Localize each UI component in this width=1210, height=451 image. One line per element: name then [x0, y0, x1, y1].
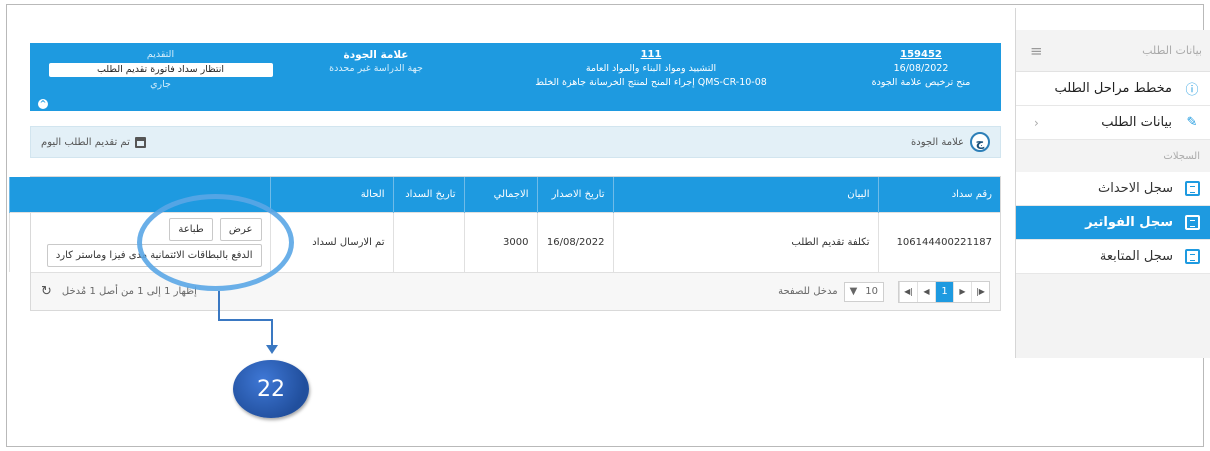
cell-issue-date: 16/08/2022 — [536, 211, 613, 272]
callout-arrowhead — [266, 345, 278, 354]
callout-line — [218, 319, 273, 321]
product-code-link[interactable]: 111 — [641, 48, 662, 62]
pagination-controls: ▶| ▶ 1 ◀ |◀ — [898, 280, 990, 303]
column-header[interactable]: تاريخ الاصدار — [536, 177, 613, 212]
column-header[interactable]: رقم سداد — [877, 177, 1000, 212]
mark-title: علامة الجودة — [343, 49, 409, 61]
sidebar-section-label: السجلات — [1016, 140, 1210, 172]
edit-icon: ✎ — [1186, 115, 1198, 130]
study-body: جهة الدراسة غير محددة — [329, 63, 423, 74]
dropdown-arrow-icon: ▼ — [849, 286, 858, 297]
log-icon — [1185, 181, 1200, 196]
callout-line — [271, 319, 273, 348]
page-size-select[interactable]: 10 ▼ — [843, 281, 884, 302]
progress-status: جاري — [150, 79, 171, 90]
submission-info: التقديم انتظار سداد فاتورة تقديم الطلب ج… — [30, 43, 291, 111]
sidebar-item-label: مخطط مراحل الطلب — [1054, 81, 1172, 96]
submission-title: التقديم — [146, 49, 175, 60]
product-info: 111 التشييد ومواد البناء والمواد العامة … — [461, 43, 841, 111]
request-summary-banner: 159452 16/08/2022 منح ترخيص علامة الجودة… — [30, 43, 1001, 111]
sidebar-item-events-log[interactable]: سجل الاحداث — [1016, 172, 1210, 206]
submitted-note: تم تقديم الطلب اليوم — [41, 136, 130, 148]
page-size-label: مدخل للصفحة — [778, 286, 838, 297]
sidebar-item-stages[interactable]: ⓘ مخطط مراحل الطلب — [1016, 72, 1210, 106]
quality-mark-icon: ج — [970, 132, 990, 152]
chevron-left-icon: ‹ — [1034, 115, 1039, 130]
submission-status: انتظار سداد فاتورة تقديم الطلب — [48, 63, 273, 77]
refresh-icon[interactable]: ↻ — [41, 284, 52, 299]
column-header[interactable]: الحالة — [269, 177, 393, 212]
table-header-row: رقم سداد البيان تاريخ الاصدار الاجمالي ت… — [8, 177, 1000, 212]
column-header[interactable]: الاجمالي — [463, 177, 537, 212]
sector: التشييد ومواد البناء والمواد العامة — [585, 63, 717, 74]
request-number-link[interactable]: 159452 — [900, 48, 942, 62]
log-icon — [1185, 249, 1200, 264]
prev-page-icon[interactable]: ◀ — [917, 281, 935, 302]
last-page-icon[interactable]: ▶| — [971, 281, 989, 302]
sidebar-item-invoices-log[interactable]: سجل الفواتير — [1016, 206, 1210, 240]
cell-payment-number: 106144400221187 — [877, 211, 1000, 272]
sidebar-item-request-data[interactable]: ✎ بيانات الطلب ‹ — [1016, 106, 1210, 140]
highlight-ellipse — [137, 194, 294, 291]
current-page[interactable]: 1 — [935, 281, 953, 302]
sidebar-item-label: سجل الفواتير — [1085, 215, 1173, 230]
pagination-info: إظهار 1 إلى 1 من أصل 1 مُدخل — [61, 286, 197, 297]
request-type: منح ترخيص علامة الجودة — [871, 77, 971, 88]
mark-info: علامة الجودة جهة الدراسة غير محددة — [291, 43, 461, 111]
cell-payment-date — [392, 211, 464, 272]
sidebar-item-followup-log[interactable]: سجل المتابعة — [1016, 240, 1210, 274]
info-icon: ⓘ — [1185, 83, 1199, 98]
sidebar-item-label: سجل الاحداث — [1098, 181, 1173, 196]
calendar-icon — [134, 136, 146, 148]
request-date: 16/08/2022 — [893, 63, 949, 74]
procedure: QMS-CR-10-08 إجراء المنح لمنتج الخرسانة … — [535, 77, 767, 88]
cell-total: 3000 — [463, 211, 537, 272]
request-info: 159452 16/08/2022 منح ترخيص علامة الجودة — [841, 43, 1001, 111]
column-header[interactable]: البيان — [612, 177, 878, 212]
mark-label: علامة الجودة — [911, 136, 964, 148]
mark-strip: ج علامة الجودة تم تقديم الطلب اليوم — [30, 126, 1001, 158]
chevron-up-icon[interactable]: ^ — [36, 97, 50, 111]
sidebar: بيانات الطلب ≡ ⓘ مخطط مراحل الطلب ✎ بيان… — [1016, 30, 1210, 358]
sidebar-header: بيانات الطلب ≡ — [1016, 30, 1210, 72]
log-icon — [1185, 215, 1200, 230]
sidebar-item-label: سجل المتابعة — [1099, 249, 1173, 264]
first-page-icon[interactable]: |◀ — [899, 281, 917, 302]
next-page-icon[interactable]: ▶ — [953, 281, 971, 302]
page-size-value: 10 — [865, 286, 878, 297]
callout-line — [218, 291, 220, 320]
step-number-badge: 22 — [233, 360, 309, 418]
cell-description: تكلفة تقديم الطلب — [612, 211, 878, 272]
sidebar-item-label: بيانات الطلب — [1101, 115, 1172, 130]
hamburger-icon[interactable]: ≡ — [1030, 42, 1043, 60]
column-header[interactable]: تاريخ السداد — [392, 177, 464, 212]
sidebar-header-label: بيانات الطلب — [1142, 44, 1202, 57]
